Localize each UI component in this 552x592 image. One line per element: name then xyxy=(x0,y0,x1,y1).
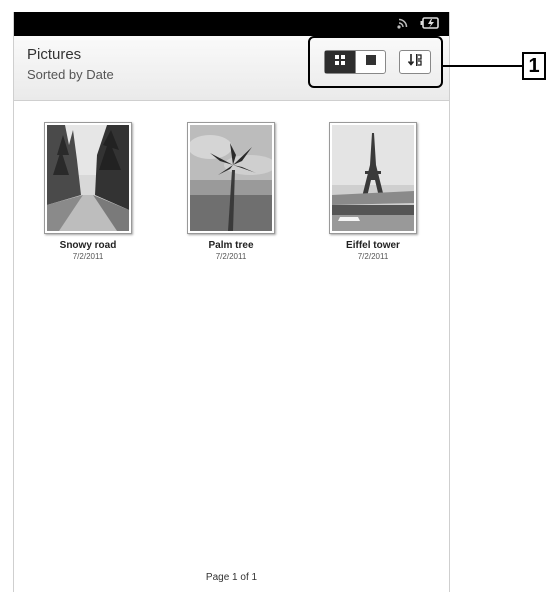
list-view-button[interactable] xyxy=(355,51,385,73)
picture-tile-eiffel-tower[interactable]: Eiffel tower 7/2/2011 xyxy=(323,122,423,261)
picture-title: Palm tree xyxy=(208,240,254,251)
sort-order-icon xyxy=(407,52,423,73)
callout-leader-line xyxy=(443,65,523,67)
picture-title: Snowy road xyxy=(59,240,117,251)
callout-number: 1 xyxy=(522,52,546,80)
view-toolbar xyxy=(308,36,443,88)
picture-date: 7/2/2011 xyxy=(357,252,389,261)
page-indicator: Page 1 of 1 xyxy=(205,572,258,583)
sort-subtitle: Sorted by Date xyxy=(27,67,114,82)
picture-date: 7/2/2011 xyxy=(215,252,247,261)
picture-date: 7/2/2011 xyxy=(72,252,104,261)
battery-charging-icon xyxy=(419,15,441,36)
thumbnail-view-button[interactable] xyxy=(325,51,355,73)
sort-order-button[interactable] xyxy=(399,50,431,74)
page-title: Pictures xyxy=(27,46,82,63)
device-screen: Pictures Sorted by Date Snowy road 7/2/2 xyxy=(13,12,450,592)
view-mode-toggle xyxy=(324,50,386,74)
wifi-icon xyxy=(395,15,411,36)
picture-title: Eiffel tower xyxy=(346,240,400,251)
picture-thumbnail xyxy=(187,122,275,234)
picture-thumbnail xyxy=(44,122,132,234)
status-bar xyxy=(14,12,449,36)
list-view-icon xyxy=(365,53,377,71)
picture-thumbnail xyxy=(329,122,417,234)
thumbnail-grid-icon xyxy=(334,53,346,71)
picture-tile-palm-tree[interactable]: Palm tree 7/2/2011 xyxy=(181,122,281,261)
picture-tile-snowy-road[interactable]: Snowy road 7/2/2011 xyxy=(38,122,138,261)
